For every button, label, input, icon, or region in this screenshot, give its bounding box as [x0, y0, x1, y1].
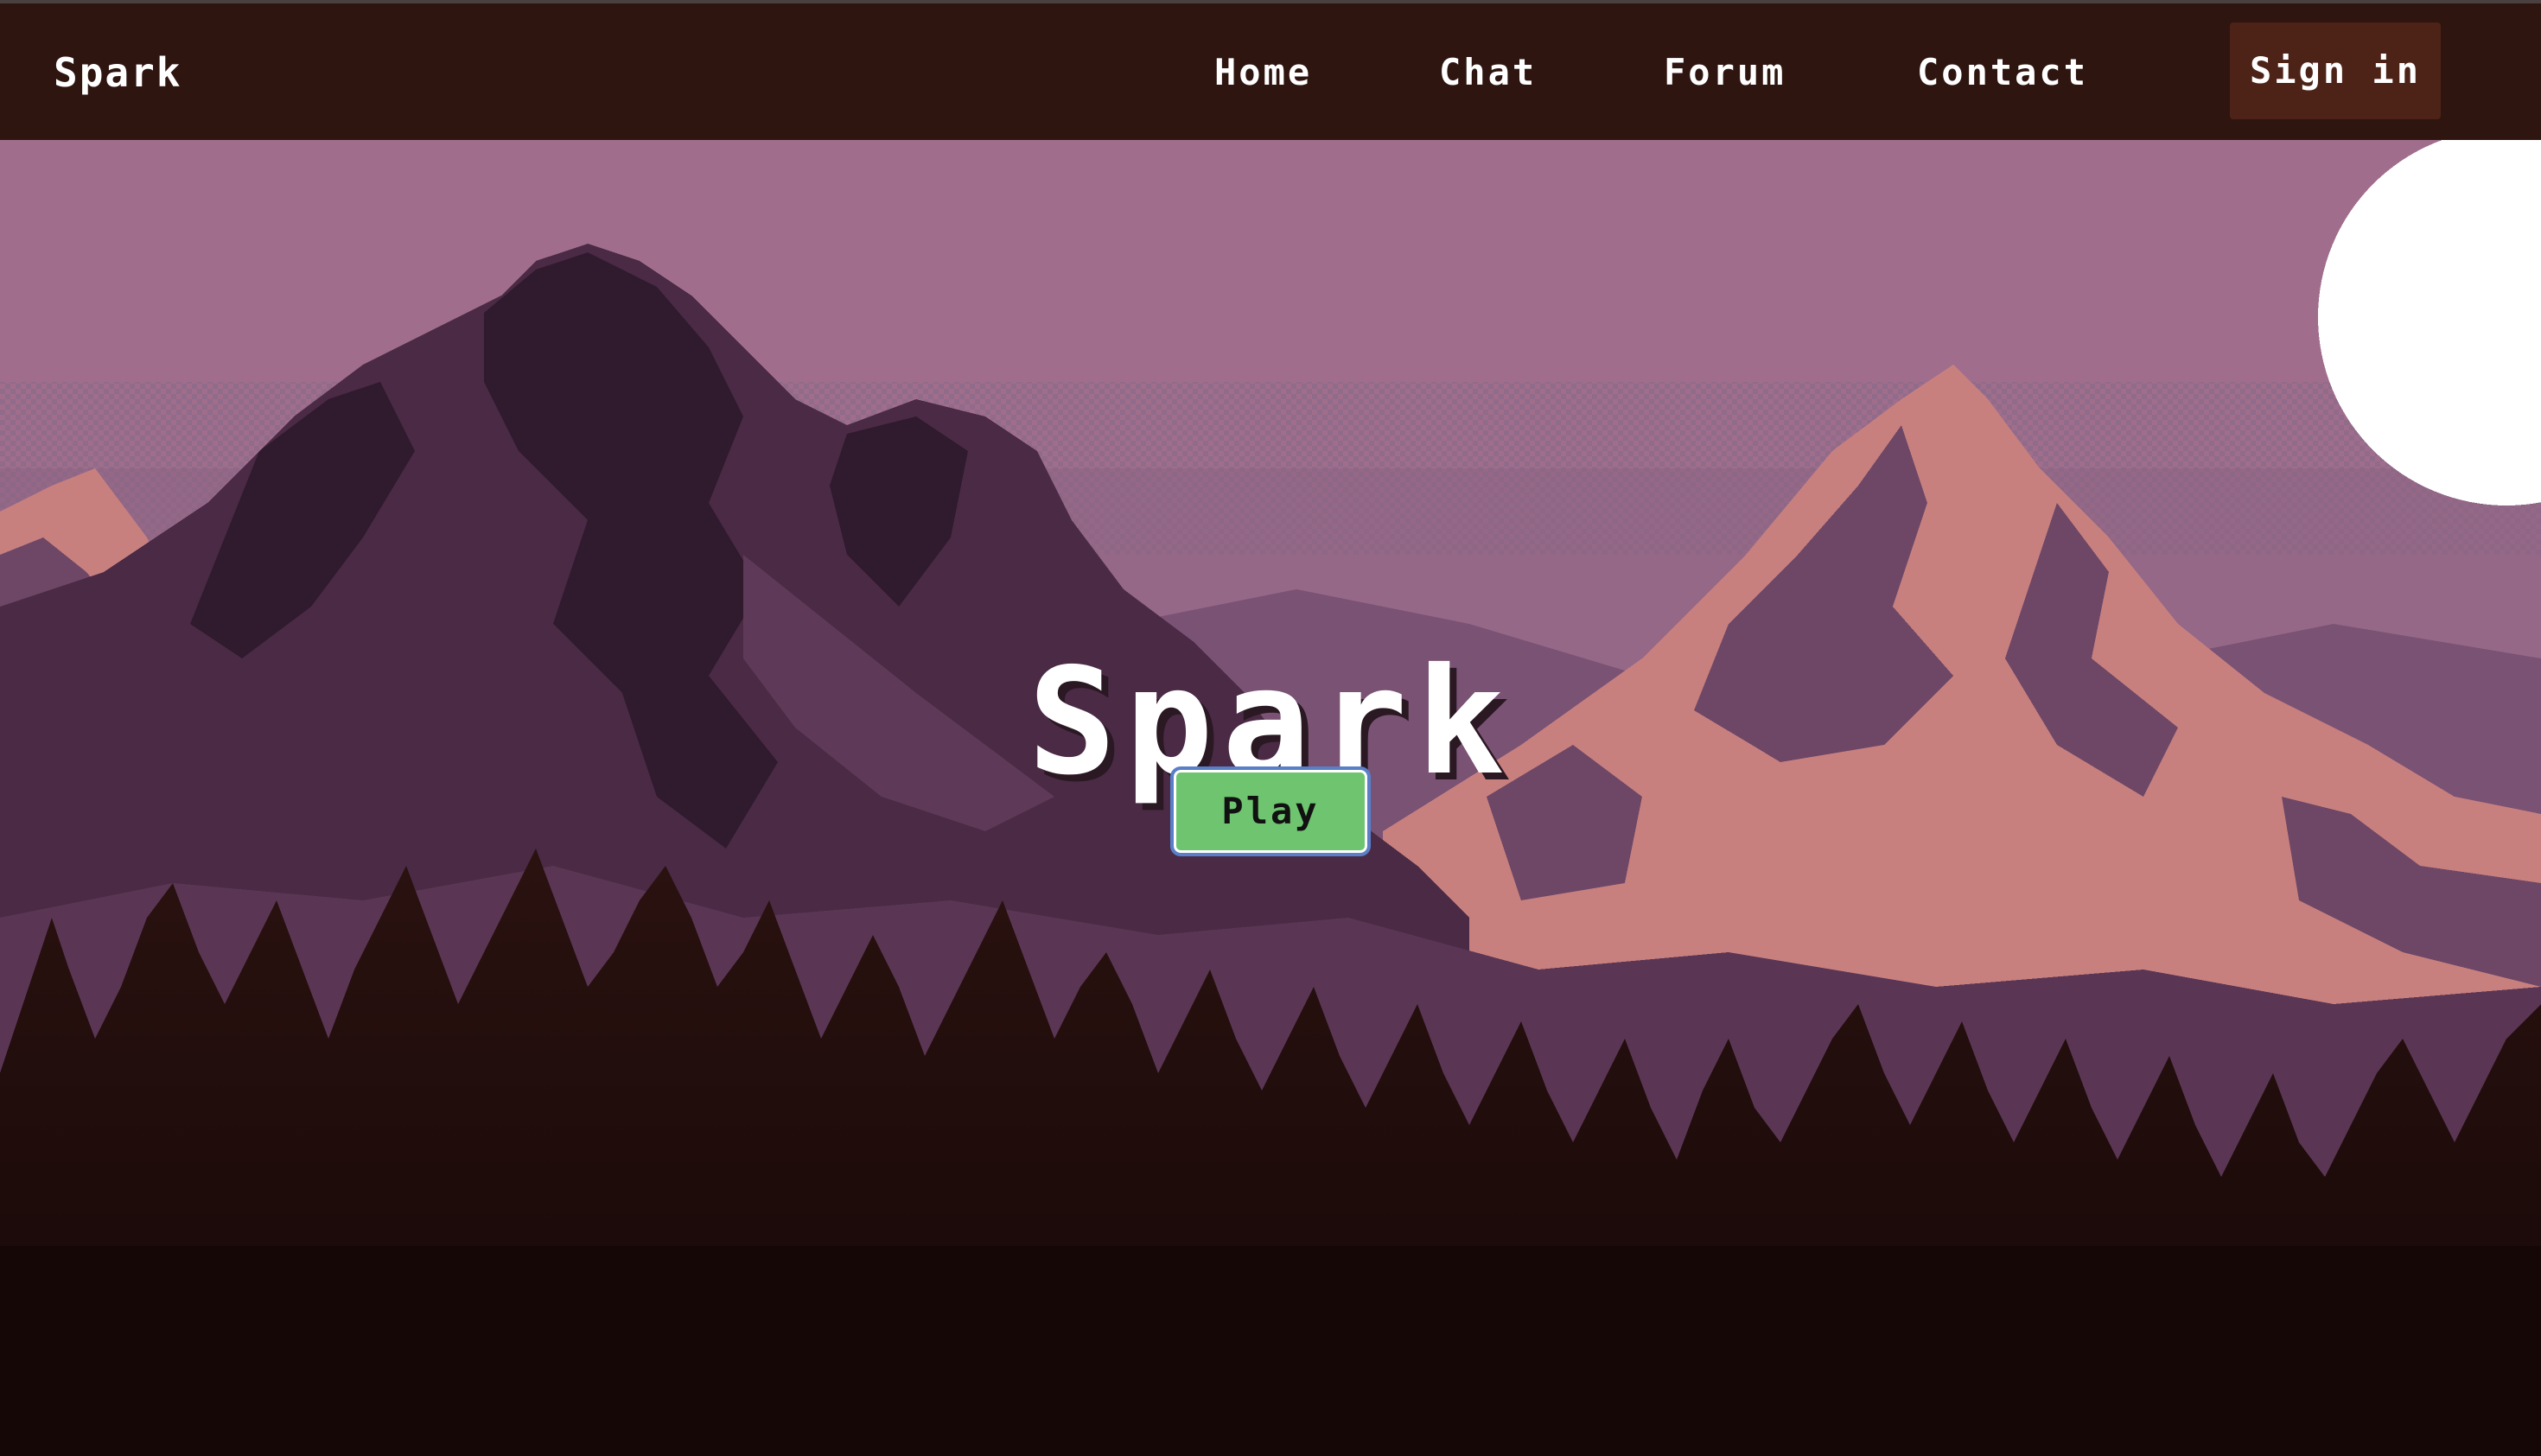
nav-link-forum[interactable]: Forum [1664, 47, 1786, 99]
nav-link-home[interactable]: Home [1214, 47, 1312, 99]
brand-logo[interactable]: Spark [54, 47, 182, 99]
sign-in-button[interactable]: Sign in [2230, 22, 2441, 119]
play-button[interactable]: Play [1170, 766, 1371, 856]
hero-section: Spark Play [0, 140, 2541, 1456]
forest-floor [0, 1246, 2541, 1456]
nav-link-contact[interactable]: Contact [1917, 47, 2088, 99]
nav-link-chat[interactable]: Chat [1439, 47, 1537, 99]
navbar: Spark Home Chat Forum Contact Sign in [0, 3, 2541, 140]
